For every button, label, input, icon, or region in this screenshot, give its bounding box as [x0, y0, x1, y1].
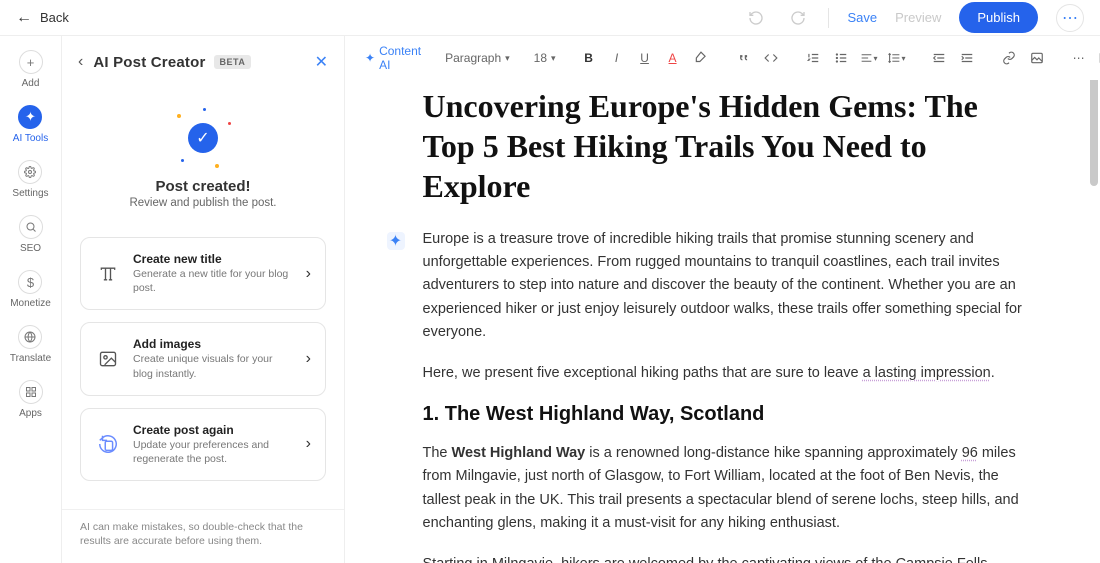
document-content[interactable]: Uncovering Europe's Hidden Gems: The Top…: [363, 80, 1083, 563]
ellipsis-icon: ⋯: [1062, 8, 1078, 28]
chevron-right-icon: ›: [306, 265, 311, 283]
preview-button: Preview: [895, 10, 941, 25]
increase-indent-button[interactable]: [958, 49, 976, 67]
italic-button[interactable]: I: [608, 49, 626, 67]
underline-button[interactable]: U: [636, 49, 654, 67]
doc-heading[interactable]: 1. The West Highland Way, Scotland: [423, 403, 1023, 426]
card-desc: Generate a new title for your blog post.: [133, 267, 294, 295]
doc-paragraph[interactable]: Here, we present five exceptional hiking…: [423, 362, 1023, 385]
rail-item-ai-tools[interactable]: ✦ AI Tools: [13, 105, 48, 144]
rail-item-apps[interactable]: Apps: [19, 380, 43, 419]
font-size-select[interactable]: 18 ▾: [534, 51, 556, 65]
undo-button[interactable]: [744, 6, 768, 30]
top-bar: ← Back Save Preview Publish ⋯: [0, 0, 1100, 36]
rail-label: SEO: [20, 243, 41, 254]
publish-button[interactable]: Publish: [959, 2, 1038, 33]
rail-label: Translate: [10, 353, 51, 364]
title-icon: [95, 261, 121, 287]
content-ai-button[interactable]: ✦ Content AI: [365, 44, 421, 72]
rail-item-add[interactable]: + Add: [19, 50, 43, 89]
text-color-button[interactable]: A: [664, 49, 682, 67]
back-label: Back: [40, 10, 69, 25]
paragraph-select[interactable]: Paragraph ▾: [445, 51, 510, 65]
ai-panel: ‹ AI Post Creator BETA ✕ ✓ Post created!…: [62, 36, 345, 563]
code-button[interactable]: [762, 49, 780, 67]
sparkle-icon: ✦: [18, 105, 42, 129]
rail-item-monetize[interactable]: $ Monetize: [10, 270, 51, 309]
doc-title[interactable]: Uncovering Europe's Hidden Gems: The Top…: [423, 86, 1023, 206]
image-insert-button[interactable]: [1028, 49, 1046, 67]
success-subtitle: Review and publish the post.: [80, 197, 326, 209]
save-button[interactable]: Save: [847, 10, 877, 25]
numbered-list-button[interactable]: [804, 49, 822, 67]
regenerate-icon: [95, 431, 121, 457]
card-title: Add images: [133, 337, 294, 351]
globe-icon: [18, 325, 42, 349]
card-create-new-title[interactable]: Create new title Generate a new title fo…: [80, 237, 326, 310]
top-actions: Save Preview Publish ⋯: [744, 2, 1084, 33]
ai-badge-icon[interactable]: ✦: [387, 232, 405, 250]
doc-paragraph[interactable]: The West Highland Way is a renowned long…: [423, 442, 1023, 535]
link-button[interactable]: [1000, 49, 1018, 67]
line-height-button[interactable]: ▾: [888, 49, 906, 67]
bullet-list-button[interactable]: [832, 49, 850, 67]
spellcheck-underline[interactable]: 96: [962, 445, 978, 461]
panel-back-button[interactable]: ‹: [78, 53, 83, 71]
bold-button[interactable]: B: [580, 49, 598, 67]
card-create-post-again[interactable]: Create post again Update your preference…: [80, 408, 326, 481]
editor-toolbar: ✦ Content AI Paragraph ▾ 18 ▾ B I U A: [345, 36, 1100, 80]
left-rail: + Add ✦ AI Tools Settings SEO $ Monetize: [0, 36, 62, 563]
image-icon: [95, 346, 121, 372]
align-button[interactable]: ▾: [860, 49, 878, 67]
editor-area: ✦ Content AI Paragraph ▾ 18 ▾ B I U A: [345, 36, 1100, 563]
rail-item-seo[interactable]: SEO: [19, 215, 43, 254]
rail-label: AI Tools: [13, 133, 48, 144]
sparkle-icon: ✦: [365, 51, 375, 65]
success-title: Post created!: [80, 178, 326, 195]
gear-icon: [18, 160, 42, 184]
chevron-right-icon: ›: [306, 435, 311, 453]
success-graphic: ✓: [173, 108, 233, 168]
rail-label: Add: [22, 78, 40, 89]
rail-label: Settings: [12, 188, 48, 199]
quote-button[interactable]: [734, 49, 752, 67]
doc-paragraph[interactable]: Europe is a treasure trove of incredible…: [423, 228, 1023, 344]
rail-label: Monetize: [10, 298, 51, 309]
rail-label: Apps: [19, 408, 42, 419]
highlight-button[interactable]: [692, 49, 710, 67]
grid-icon: [19, 380, 43, 404]
panel-disclaimer: AI can make mistakes, so double-check th…: [62, 509, 344, 563]
card-desc: Create unique visuals for your blog inst…: [133, 352, 294, 380]
check-icon: ✓: [188, 123, 218, 153]
chevron-down-icon: ▾: [505, 53, 510, 64]
redo-button[interactable]: [786, 6, 810, 30]
toolbar-more-button[interactable]: ⋯: [1070, 49, 1088, 67]
search-icon: [19, 215, 43, 239]
arrow-left-icon: ←: [16, 9, 32, 27]
doc-paragraph[interactable]: Starting in Milngavie, hikers are welcom…: [423, 553, 1023, 563]
card-title: Create post again: [133, 423, 294, 437]
rail-item-settings[interactable]: Settings: [12, 160, 48, 199]
spellcheck-underline[interactable]: a lasting impression: [863, 365, 991, 381]
more-button[interactable]: ⋯: [1056, 4, 1084, 32]
scrollbar[interactable]: [1090, 36, 1098, 563]
card-desc: Update your preferences and regenerate t…: [133, 438, 294, 466]
chevron-down-icon: ▾: [551, 53, 556, 64]
decrease-indent-button[interactable]: [930, 49, 948, 67]
plus-icon: +: [19, 50, 43, 74]
card-add-images[interactable]: Add images Create unique visuals for you…: [80, 322, 326, 395]
rail-item-translate[interactable]: Translate: [10, 325, 51, 364]
success-block: ✓ Post created! Review and publish the p…: [80, 108, 326, 209]
panel-title: AI Post Creator BETA: [93, 54, 304, 71]
chevron-right-icon: ›: [306, 350, 311, 368]
dollar-icon: $: [18, 270, 42, 294]
card-title: Create new title: [133, 252, 294, 266]
back-button[interactable]: ← Back: [16, 9, 69, 27]
close-icon[interactable]: ✕: [315, 52, 328, 72]
beta-badge: BETA: [214, 55, 252, 69]
